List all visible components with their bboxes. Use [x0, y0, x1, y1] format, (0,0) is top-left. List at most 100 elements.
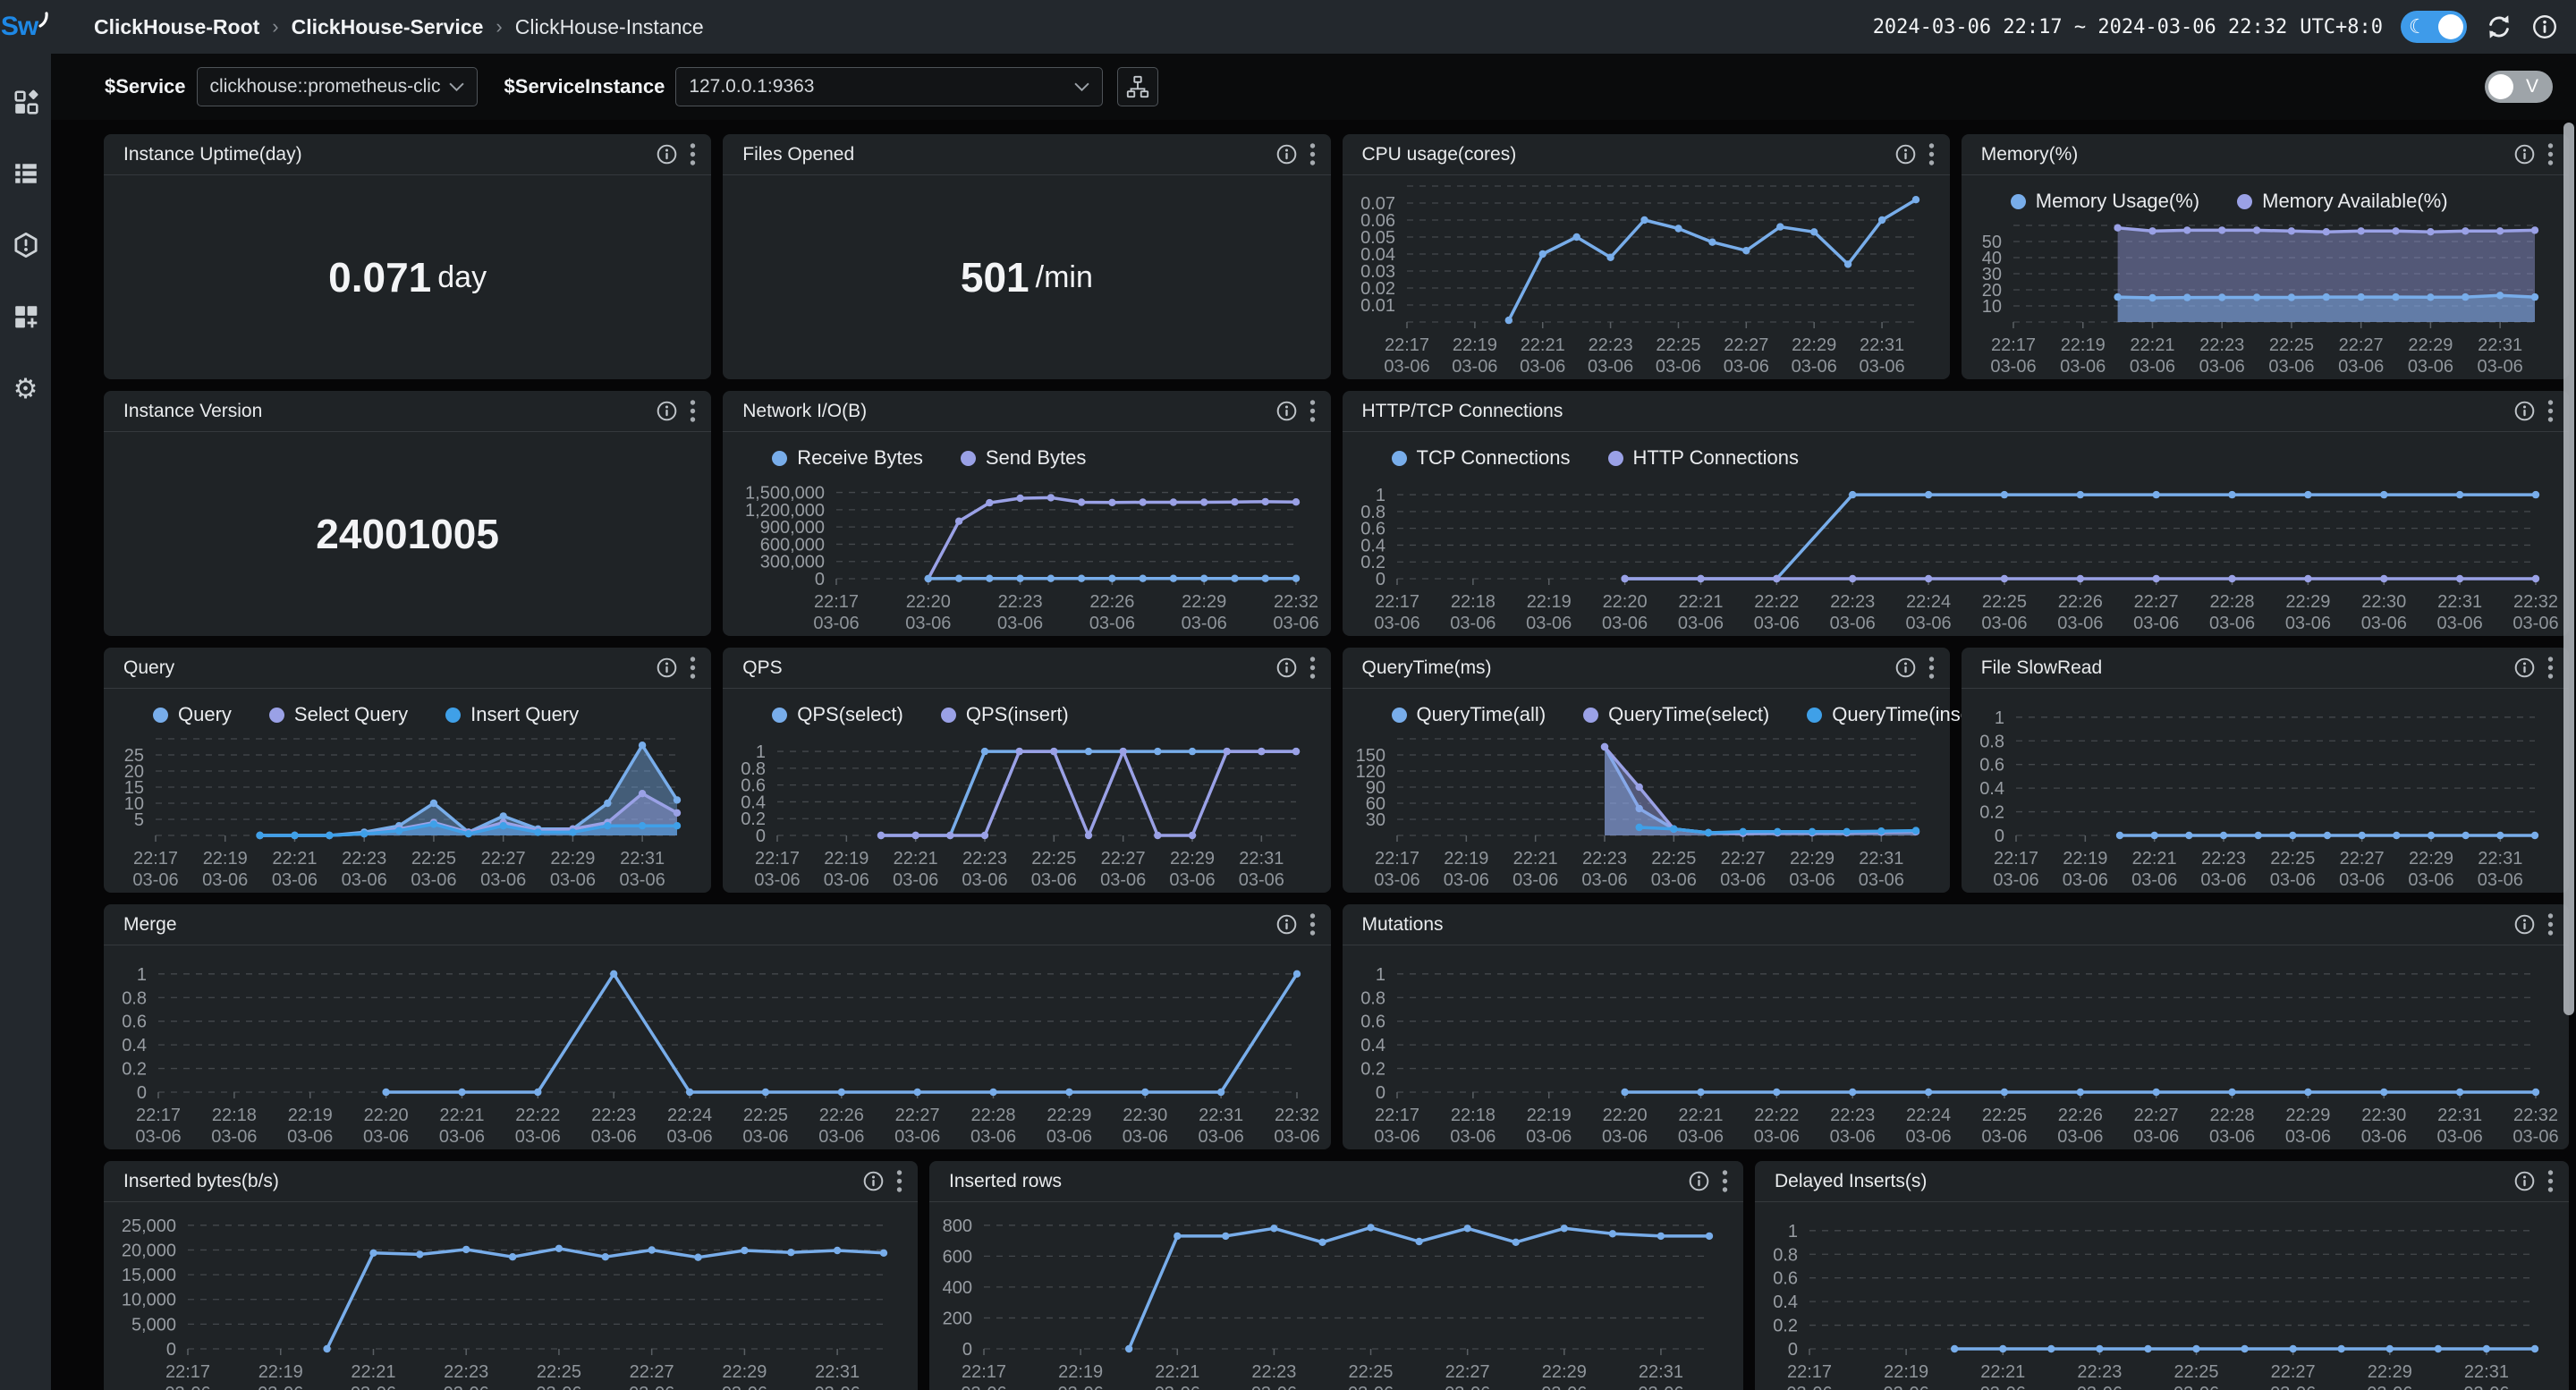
- panel-info-icon[interactable]: [1275, 657, 1298, 679]
- svg-text:22:29: 22:29: [2409, 849, 2453, 869]
- svg-text:0: 0: [1788, 1340, 1798, 1360]
- panel-menu-icon[interactable]: [1309, 142, 1317, 166]
- svg-text:03-06: 03-06: [2512, 1127, 2558, 1147]
- chart-http-tcp[interactable]: 0 0.2 0.4 0.6 0.8 1 22:17 03-06 22:18 03-06 22:19 0…: [1343, 471, 2570, 636]
- panel-menu-icon[interactable]: [1721, 1169, 1729, 1193]
- svg-text:22:26: 22:26: [2057, 592, 2102, 612]
- panel-info-icon[interactable]: [1688, 1170, 1710, 1192]
- chart-inserted-rows[interactable]: 0 200 400 600 800 22:17 03-06 22:19 03-06 22:21 03…: [929, 1202, 1743, 1390]
- chart-file-slowread[interactable]: 0 0.2 0.4 0.6 0.8 1 22:17 03-06 22:19 03-06 22:21 0…: [1962, 689, 2569, 893]
- svg-text:03-06: 03-06: [2063, 870, 2108, 890]
- breadcrumb-service[interactable]: ClickHouse-Service: [292, 15, 484, 39]
- panel-info-icon[interactable]: [1275, 400, 1298, 422]
- legend-item[interactable]: QueryTime(select): [1583, 703, 1769, 726]
- svg-text:03-06: 03-06: [1123, 1127, 1168, 1147]
- svg-text:22:31: 22:31: [2478, 849, 2522, 869]
- panel-info-icon[interactable]: [1894, 143, 1917, 165]
- refresh-icon[interactable]: [2485, 13, 2513, 41]
- panel-menu-icon[interactable]: [1309, 912, 1317, 937]
- legend-item[interactable]: Query: [153, 703, 232, 726]
- chart-network-io[interactable]: 0 300,000 600,000 900,000 1,200,000 1,500,000…: [723, 471, 1330, 636]
- svg-text:15,000: 15,000: [122, 1266, 176, 1285]
- legend-item[interactable]: Memory Available(%): [2237, 190, 2448, 213]
- panel-info-icon[interactable]: [2513, 657, 2536, 679]
- breadcrumb-instance[interactable]: ClickHouse-Instance: [515, 15, 704, 39]
- instance-select[interactable]: 127.0.0.1:9363: [675, 67, 1104, 106]
- panel-info-icon[interactable]: [862, 1170, 885, 1192]
- panel-info-icon[interactable]: [2513, 143, 2536, 165]
- sidebar-item-list[interactable]: [0, 148, 51, 199]
- svg-text:22:26: 22:26: [2057, 1106, 2102, 1125]
- legend-item[interactable]: QueryTime(all): [1391, 703, 1546, 726]
- theme-toggle[interactable]: ☾: [2401, 11, 2467, 43]
- app-logo[interactable]: Sw: [0, 0, 51, 54]
- legend-item[interactable]: HTTP Connections: [1607, 446, 1799, 470]
- vertical-scrollbar[interactable]: [2563, 123, 2574, 1015]
- panel-info-icon[interactable]: [656, 657, 678, 679]
- panel-title: Instance Version: [123, 400, 263, 421]
- logo-hook-icon: [38, 12, 48, 28]
- svg-text:03-06: 03-06: [1384, 357, 1429, 377]
- chart-delayed-inserts[interactable]: 0 0.2 0.4 0.6 0.8 1 22:17 03-06 22:19 03-06 22:21 0…: [1755, 1202, 2569, 1390]
- svg-text:03-06: 03-06: [2270, 1384, 2316, 1390]
- chart-cpu-usage[interactable]: 0.01 0.02 0.03 0.04 0.05 0.06 0.07 22:17 03-06 22…: [1343, 175, 1950, 379]
- panel-menu-icon[interactable]: [1309, 399, 1317, 423]
- legend-item[interactable]: QPS(insert): [940, 703, 1069, 726]
- panel-menu-icon[interactable]: [689, 656, 697, 680]
- chart-querytime[interactable]: 30 60 90 120 150 22:17 03-06 22:19 03-06 22:21 03-…: [1343, 728, 1950, 893]
- svg-text:0: 0: [1375, 570, 1385, 589]
- legend-item[interactable]: QPS(select): [772, 703, 903, 726]
- panel-info-icon[interactable]: [1894, 657, 1917, 679]
- panel-info-icon[interactable]: [656, 143, 678, 165]
- sidebar-item-settings[interactable]: ⚙: [0, 363, 51, 413]
- legend-item[interactable]: Receive Bytes: [772, 446, 923, 470]
- chart-qps[interactable]: 0 0.2 0.4 0.6 0.8 1 22:17 03-06 22:19 03-06 22:21 0…: [723, 728, 1330, 893]
- svg-text:03-06: 03-06: [480, 870, 526, 890]
- panel-info-icon[interactable]: [2513, 1170, 2536, 1192]
- legend-label: TCP Connections: [1416, 446, 1571, 469]
- panel-info-icon[interactable]: [656, 400, 678, 422]
- panel-info-icon[interactable]: [2513, 400, 2536, 422]
- legend-item[interactable]: Select Query: [268, 703, 408, 726]
- chart-query[interactable]: 5 10 15 20 25 22:17 03-06 22:19 03-06 22:21 03-06 2…: [104, 728, 711, 893]
- svg-text:03-06: 03-06: [742, 1127, 788, 1147]
- chart-merge[interactable]: 0 0.2 0.4 0.6 0.8 1 22:17 03-06 22:18 03-06 22:19 0…: [104, 945, 1331, 1149]
- panel-body: 24001005: [104, 432, 711, 636]
- chart-inserted-bytes[interactable]: 0 5,000 10,000 15,000 20,000 25,000 22:17 03-06…: [104, 1202, 918, 1390]
- legend-item[interactable]: Send Bytes: [960, 446, 1086, 470]
- panel-menu-icon[interactable]: [2546, 912, 2555, 937]
- chart-mutations[interactable]: 0 0.2 0.4 0.6 0.8 1 22:17 03-06 22:18 03-06 22:19 0…: [1343, 945, 2570, 1149]
- panel-menu-icon[interactable]: [689, 399, 697, 423]
- breadcrumb-root[interactable]: ClickHouse-Root: [94, 15, 259, 39]
- panel-menu-icon[interactable]: [1928, 656, 1936, 680]
- service-select[interactable]: clickhouse::prometheus-clickho: [196, 67, 478, 106]
- topology-button[interactable]: [1117, 67, 1159, 106]
- panel-menu-icon[interactable]: [2546, 399, 2555, 423]
- info-icon[interactable]: [2531, 13, 2558, 40]
- sidebar-item-widgets[interactable]: [0, 292, 51, 342]
- chart-memory[interactable]: 10 20 30 40 50 22:17 03-06 22:19 03-06 22:21 03-06…: [1962, 215, 2569, 379]
- svg-text:22:19: 22:19: [825, 849, 869, 869]
- panel-info-icon[interactable]: [1275, 913, 1298, 936]
- svg-text:22:23: 22:23: [342, 849, 386, 869]
- panel-menu-icon[interactable]: [2546, 656, 2555, 680]
- panel-info-icon[interactable]: [1275, 143, 1298, 165]
- panel-menu-icon[interactable]: [2546, 142, 2555, 166]
- sidebar-item-alerts[interactable]: [0, 220, 51, 270]
- legend-item[interactable]: Insert Query: [445, 703, 579, 726]
- panel-menu-icon[interactable]: [2546, 1169, 2555, 1193]
- panel-menu-icon[interactable]: [1928, 142, 1936, 166]
- time-range[interactable]: 2024-03-06 22:17 ~ 2024-03-06 22:32: [1873, 16, 2288, 38]
- sidebar-item-dashboards[interactable]: [0, 77, 51, 127]
- version-toggle[interactable]: V: [2485, 71, 2553, 103]
- panel-menu-icon[interactable]: [1309, 656, 1317, 680]
- panel-menu-icon[interactable]: [689, 142, 697, 166]
- panel-menu-icon[interactable]: [895, 1169, 903, 1193]
- legend-label: Insert Query: [470, 703, 580, 725]
- legend-item[interactable]: Memory Usage(%): [2010, 190, 2199, 213]
- svg-text:03-06: 03-06: [814, 614, 860, 633]
- panel-info-icon[interactable]: [2513, 913, 2536, 936]
- legend-item[interactable]: TCP Connections: [1391, 446, 1571, 470]
- svg-text:22:29: 22:29: [1046, 1106, 1091, 1125]
- svg-text:25,000: 25,000: [122, 1216, 176, 1236]
